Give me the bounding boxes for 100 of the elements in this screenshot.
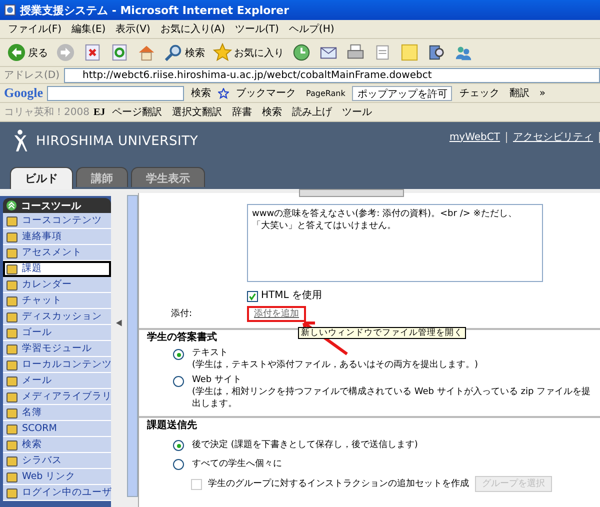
sidebar-item[interactable]: ディスカッション (3, 309, 111, 325)
search-button[interactable]: 検索 (188, 86, 214, 100)
scrollbar[interactable] (126, 195, 138, 497)
toolbar-button[interactable]: お気に入り (210, 40, 287, 64)
section-title: 課題送信先 (147, 420, 197, 432)
toolbar-button[interactable]: 読み上げ (289, 105, 336, 119)
sidebar-header: コースツール (3, 198, 111, 213)
tooltip: 新しいウィンドウでファイル管理を開く (298, 327, 466, 339)
sidebar-item[interactable]: SCORM (3, 421, 111, 437)
add-attachment-link[interactable]: 添付を追加 (247, 306, 306, 322)
sidebar-item[interactable]: 課題 (3, 261, 111, 277)
radio-button[interactable] (173, 349, 184, 360)
menu-item[interactable]: 表示(V) (116, 22, 150, 36)
toolbar-button[interactable]: ページ翻訳 (109, 105, 166, 119)
option-description: (学生は，テキストや添付ファイル，あるいはその両方を提出します。) (192, 359, 480, 371)
tile-icon (6, 262, 18, 274)
more-button[interactable]: » (536, 88, 548, 98)
pagerank-button[interactable]: PageRank (303, 88, 348, 98)
toolbar-button[interactable]: 検索 (161, 40, 208, 64)
sidebar-item[interactable]: 検索 (3, 437, 111, 453)
sidebar-item[interactable]: ローカルコンテンツ (3, 357, 111, 373)
refresh-icon (110, 43, 129, 62)
sidebar-item[interactable]: Web リンク (3, 469, 111, 485)
tile-icon (6, 422, 18, 434)
tile-icon (6, 470, 18, 482)
toolbar-button[interactable]: ツール (339, 105, 376, 119)
menu-item[interactable]: ヘルプ(H) (288, 22, 334, 36)
checkmark-icon (248, 292, 257, 300)
option-label: 後で決定 (課題を下書きとして保存し，後で送信します) (192, 438, 418, 450)
section-title: 学生の答案書式 (147, 332, 217, 344)
tile-icon (6, 342, 18, 354)
sidebar-item[interactable]: ゴール (3, 325, 111, 341)
header-link[interactable]: myWebCT (449, 132, 500, 142)
option-label: Web サイト (192, 374, 242, 386)
search-field[interactable] (47, 86, 184, 100)
note-icon (400, 43, 419, 62)
sidebar-item[interactable]: シラバス (3, 453, 111, 469)
radio-button[interactable] (173, 376, 184, 387)
tile-icon (6, 454, 18, 466)
sidebar-item[interactable]: メディアライブラリ (3, 389, 111, 405)
toolbar-button[interactable]: 戻る (4, 40, 51, 64)
tile-icon (6, 214, 18, 226)
star-icon (218, 88, 229, 98)
sidebar-item[interactable]: チャット (3, 293, 111, 309)
text-line: wwwの意味を答えなさい(参考: 添付の資料)。<br /> ※ただし、 (252, 208, 518, 220)
toolbar-button[interactable]: 選択文翻訳 (169, 105, 226, 119)
tile-icon (6, 246, 18, 258)
attachment-label: 添付: (170, 308, 194, 320)
house-icon (137, 43, 156, 62)
bookmarks-button[interactable]: ブックマーク (233, 86, 299, 100)
search-icon (164, 43, 183, 62)
menu-item[interactable]: 編集(E) (72, 22, 106, 36)
book-magnifier-icon (427, 43, 446, 62)
header-link[interactable]: アクセシビリティ (513, 130, 593, 144)
tile-icon (6, 326, 18, 338)
stop-icon (83, 43, 102, 62)
triangle-left-icon[interactable] (116, 319, 123, 327)
menu-item[interactable]: ツール(T) (235, 22, 279, 36)
tile-icon (6, 486, 18, 498)
tile-icon (6, 390, 18, 402)
sidebar-item[interactable]: 名簿 (3, 405, 111, 421)
translate-button[interactable]: 翻訳 (506, 86, 532, 100)
sidebar-item[interactable]: アセスメント (3, 245, 111, 261)
sidebar-item[interactable]: コースコンテンツ (3, 213, 111, 229)
checkbox-label: HTML を使用 (261, 290, 322, 302)
checkbox[interactable] (247, 290, 258, 302)
text-area[interactable]: wwwの意味を答えなさい(参考: 添付の資料)。<br /> ※ただし、 「大笑い」と答えてはいけません。 (247, 204, 543, 282)
tab[interactable]: ビルド (10, 167, 73, 189)
tile-icon (6, 310, 18, 322)
option-description: (学生は，相対リンクを持つファイルで構成されている Web サイトが入っている zip ファイルを提出します。 (192, 386, 592, 410)
toolbar-title: コリャ英和！2008 (4, 106, 90, 119)
radio-button[interactable] (173, 440, 184, 451)
tile-icon (6, 358, 18, 370)
tile-icon (6, 438, 18, 450)
star-icon (213, 43, 232, 62)
address-field[interactable]: http://webct6.riise.hiroshima-u.ac.jp/webct/cobaltMainFrame.dowebct (64, 68, 600, 82)
page-icon (4, 4, 16, 16)
radio-button[interactable] (173, 459, 184, 470)
menu-item[interactable]: ファイル(F) (8, 22, 62, 36)
tile-icon (6, 294, 18, 306)
sidebar-item[interactable]: ログイン中のユーザ (3, 485, 111, 501)
clock-icon (292, 43, 311, 62)
address-label: アドレス(D) (4, 69, 60, 82)
toolbar-button[interactable]: 辞書 (229, 105, 256, 119)
tile-icon (6, 374, 18, 386)
google-logo: Google (4, 85, 43, 101)
menu-item[interactable]: お気に入り(A) (160, 22, 225, 36)
dictionary-logo[interactable]: EJ (93, 106, 106, 118)
sidebar-item[interactable]: メール (3, 373, 111, 389)
checkbox-label: 学生のグループに対するインストラクションの追加セットを作成 (208, 478, 469, 490)
toolbar-button[interactable]: 検索 (259, 105, 286, 119)
sidebar-item[interactable]: 連絡事項 (3, 229, 111, 245)
sidebar-item[interactable]: 学習モジュール (3, 341, 111, 357)
tile-icon (6, 278, 18, 290)
spellcheck-button[interactable]: チェック (456, 86, 502, 100)
window-title: 授業支援システム - Microsoft Internet Explorer (20, 2, 289, 18)
text-line: 「大笑い」と答えてはいけません。 (252, 220, 397, 232)
sidebar-item[interactable]: カレンダー (3, 277, 111, 293)
popup-button[interactable]: ポップアップを許可 (352, 86, 452, 100)
chevron-up-icon[interactable] (6, 200, 17, 211)
